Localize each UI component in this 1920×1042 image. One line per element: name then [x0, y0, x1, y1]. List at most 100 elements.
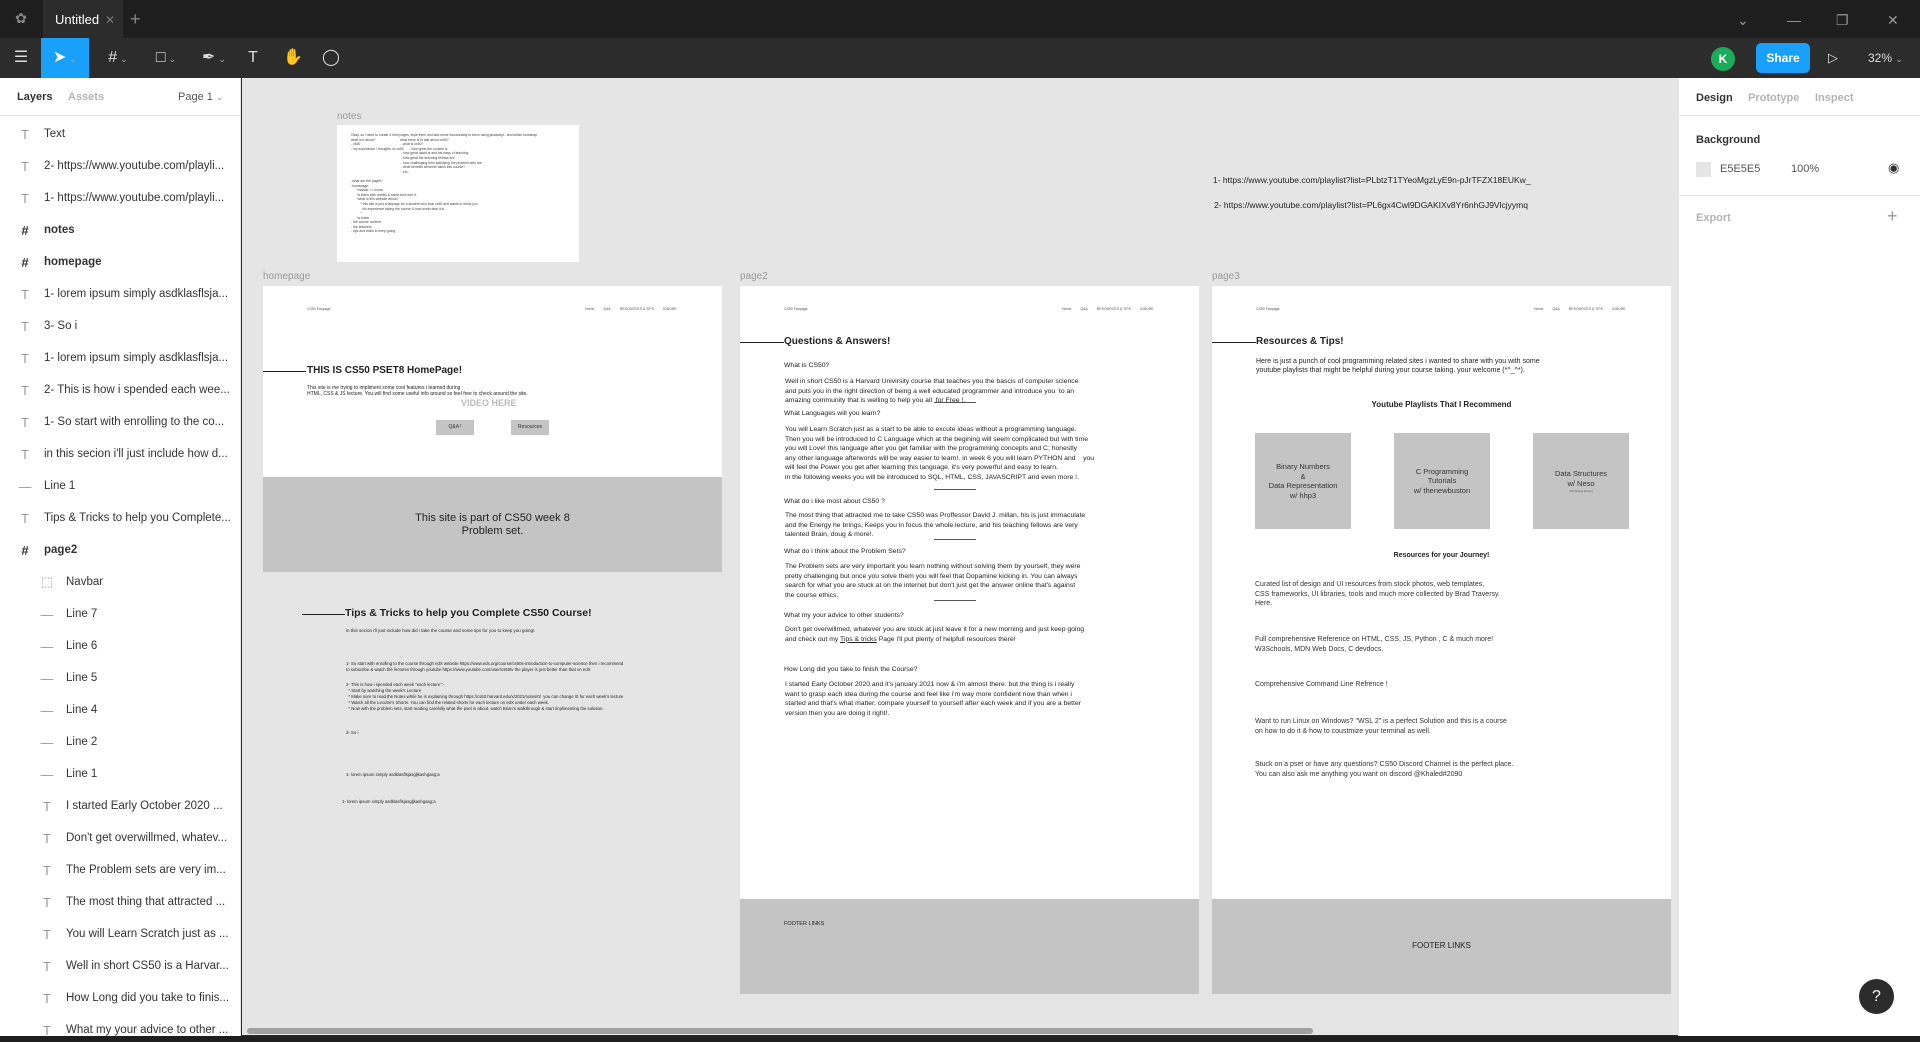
playlist-link-2-text[interactable]: 2- https://www.youtube.com/playlist?list… [1214, 200, 1528, 210]
layer-item[interactable]: T The most thing that attracted ... [0, 886, 240, 918]
layer-item[interactable]: T 3- So i [0, 310, 240, 342]
tab-assets[interactable]: Assets [68, 91, 104, 103]
comment-tool-button[interactable]: ◯ [320, 38, 342, 78]
layer-item[interactable]: # notes [0, 214, 240, 246]
playlist-card[interactable]: Binary Numbers & Data Representation w/ … [1255, 433, 1351, 529]
layer-item[interactable]: T How Long did you take to finis... [0, 982, 240, 1014]
frame-label-notes[interactable]: notes [337, 111, 361, 122]
layer-item[interactable]: — Line 7 [0, 598, 240, 630]
frame-tool-button[interactable]: # ⌄ [100, 38, 136, 78]
pen-tool-button[interactable]: ✒ ⌄ [196, 38, 232, 78]
zoom-level: 32% [1868, 51, 1893, 65]
dropdown-icon[interactable]: ⌄ [1737, 0, 1749, 38]
frame-label-homepage[interactable]: homepage [263, 271, 310, 282]
resource-item[interactable]: Curated list of design and UI resources … [1255, 580, 1500, 609]
background-swatch[interactable] [1696, 162, 1711, 177]
resource-item[interactable]: Stuck on a pset or have any questions? C… [1255, 760, 1513, 779]
share-button[interactable]: Share [1756, 43, 1810, 73]
playlist-card-title: C Programming Tutorials w/ thenewbuston [1413, 466, 1471, 495]
nav-item[interactable]: IGNORE [1140, 307, 1154, 311]
background-opacity-input[interactable]: 100% [1791, 163, 1819, 175]
playlist-card[interactable]: C Programming Tutorials w/ thenewbuston [1394, 433, 1490, 529]
page-selector[interactable]: Page 1 ⌄ [178, 91, 223, 103]
layer-item[interactable]: T 1- So start with enrolling to the co... [0, 406, 240, 438]
move-tool-button[interactable]: ➤ ⌄ [41, 38, 89, 78]
layer-item[interactable]: — Line 1 [0, 758, 240, 790]
figma-logo-icon[interactable]: ✿ [10, 10, 32, 28]
layer-item[interactable]: ⬚ Navbar [0, 566, 240, 598]
nav-item[interactable]: Home [1534, 307, 1543, 311]
horizontal-scrollbar[interactable] [247, 1028, 1313, 1034]
tab-design[interactable]: Design [1696, 92, 1733, 104]
layer-item[interactable]: # homepage [0, 246, 240, 278]
resource-item[interactable]: Comprehensive Command Line Refrence ! [1255, 680, 1388, 690]
layer-item[interactable]: T I started Early October 2020 ... [0, 790, 240, 822]
tab-inspect[interactable]: Inspect [1815, 92, 1854, 104]
layer-item[interactable]: — Line 5 [0, 662, 240, 694]
visibility-eye-icon[interactable]: ◉ [1888, 160, 1899, 176]
background-hex-input[interactable]: E5E5E5 [1720, 163, 1760, 175]
layer-item[interactable]: T Text [0, 118, 240, 150]
file-tab[interactable]: Untitled ✕ [43, 0, 123, 38]
avatar[interactable]: K [1711, 47, 1735, 71]
present-icon[interactable]: ▷ [1828, 38, 1838, 78]
rectangle-tool-button[interactable]: □ ⌄ [148, 38, 184, 78]
layer-item[interactable]: T The Problem sets are very im... [0, 854, 240, 886]
tips-link[interactable]: Tips & tricks [840, 636, 877, 643]
layer-item[interactable]: — Line 4 [0, 694, 240, 726]
layer-item[interactable]: — Line 2 [0, 726, 240, 758]
layer-item[interactable]: T 1- lorem ipsum simply asdklasflsja... [0, 342, 240, 374]
frame-label-page2[interactable]: page2 [740, 271, 768, 282]
layer-item[interactable]: T 2- https://www.youtube.com/playli... [0, 150, 240, 182]
help-button[interactable]: ? [1859, 979, 1894, 1014]
tab-layers[interactable]: Layers [17, 91, 52, 103]
close-window-icon[interactable]: ✕ [1887, 0, 1899, 38]
layer-item[interactable]: Tin this secion i'll just include how d.… [0, 438, 240, 470]
resource-item[interactable]: Want to run Linux on Windows? "WSL 2" is… [1255, 717, 1507, 736]
footer-links[interactable]: FOOTER LINKS [1212, 941, 1671, 950]
layer-item[interactable]: T You will Learn Scratch just as ... [0, 918, 240, 950]
hand-tool-button[interactable]: ✋ [282, 38, 304, 78]
zoom-level-dropdown[interactable]: 32% ⌄ [1868, 38, 1903, 79]
main-menu-icon[interactable]: ☰ [8, 38, 34, 78]
layer-item[interactable]: T Tips & Tricks to help you Complete... [0, 502, 240, 534]
nav-item[interactable]: RESOURCES & TIPS [1569, 307, 1603, 311]
nav-item[interactable]: IGNORE [663, 307, 677, 311]
playlist-card[interactable]: Data Structures w/ Neso (still thinking a… [1533, 433, 1629, 529]
nav-item[interactable]: RESOURCES & TIPS [620, 307, 654, 311]
maximize-icon[interactable]: ❐ [1836, 0, 1849, 38]
page3-frame[interactable]: CS50 Fanpage Home Q&A RESOURCES & TIPS I… [1212, 286, 1671, 994]
nav-item[interactable]: Q&A [1552, 307, 1559, 311]
layer-item[interactable]: — Line 1 [0, 470, 240, 502]
new-tab-icon[interactable]: + [130, 0, 141, 38]
resources-button[interactable]: Resources [511, 420, 549, 435]
homepage-frame[interactable]: CS50 Fanpage Home Q&A RESOURCES & TIPS I… [263, 286, 722, 572]
page2-frame[interactable]: CS50 Fanpage Home Q&A RESOURCES & TIPS I… [740, 286, 1199, 994]
nav-item[interactable]: Home [585, 307, 594, 311]
nav-item[interactable]: RESOURCES & TIPS [1097, 307, 1131, 311]
layer-item[interactable]: T 1- https://www.youtube.com/playli... [0, 182, 240, 214]
resource-item[interactable]: Full comprehensive Reference on HTML, CS… [1255, 635, 1493, 654]
nav-item[interactable]: Q&A [603, 307, 610, 311]
footer-links[interactable]: FOOTER LINKS [784, 921, 824, 927]
nav-item[interactable]: IGNORE [1612, 307, 1626, 311]
add-export-icon[interactable]: + [1887, 206, 1898, 227]
qa-button[interactable]: Q&A ! [436, 420, 474, 435]
layer-item[interactable]: # page2 [0, 534, 240, 566]
layer-item[interactable]: T 1- lorem ipsum simply asdklasflsja... [0, 278, 240, 310]
layer-item[interactable]: T Well in short CS50 is a Harvar... [0, 950, 240, 982]
layer-item[interactable]: T Don't get overwillmed, whatev... [0, 822, 240, 854]
canvas[interactable]: 1- https://www.youtube.com/playlist?list… [242, 78, 1678, 1035]
minimize-icon[interactable]: — [1787, 0, 1801, 38]
nav-item[interactable]: Q&A [1080, 307, 1087, 311]
text-tool-button[interactable]: T [243, 38, 263, 78]
layer-item[interactable]: — Line 6 [0, 630, 240, 662]
nav-item[interactable]: Home [1062, 307, 1071, 311]
notes-frame[interactable]: Okay, so i need to create 4 html pages, … [337, 125, 579, 262]
layer-item[interactable]: T 2- This is how i spended each wee... [0, 374, 240, 406]
close-tab-icon[interactable]: ✕ [105, 0, 115, 40]
playlist-card-title: Data Structures w/ Neso [1554, 469, 1608, 488]
frame-label-page3[interactable]: page3 [1212, 271, 1240, 282]
playlist-link-1-text[interactable]: 1- https://www.youtube.com/playlist?list… [1213, 175, 1531, 185]
tab-prototype[interactable]: Prototype [1748, 92, 1799, 104]
